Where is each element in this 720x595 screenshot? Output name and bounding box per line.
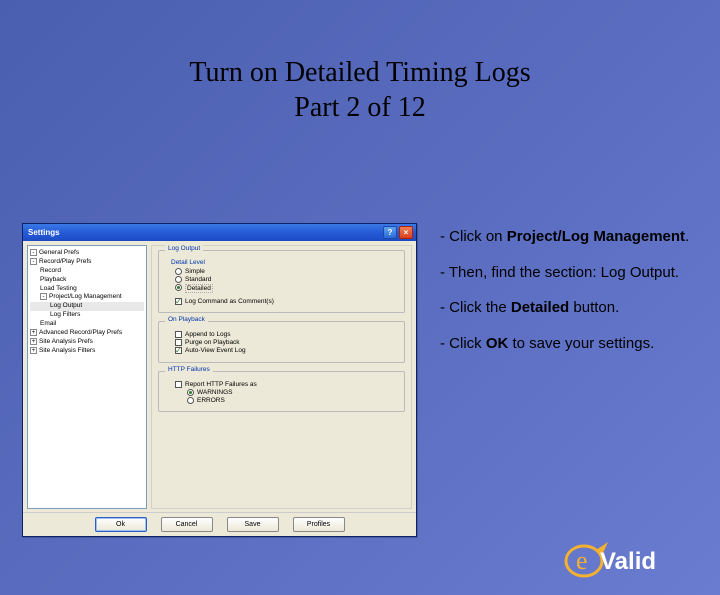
instruction-4: - Click OK to save your settings. — [440, 334, 695, 354]
tree-item-project-log: -Project/Log Management — [30, 293, 144, 302]
check-log-comment[interactable]: Log Command as Comment(s) — [175, 298, 396, 305]
instruction-3: - Click the Detailed button. — [440, 298, 695, 318]
radio-errors[interactable]: ERRORS — [187, 397, 396, 404]
title-line-2: Part 2 of 12 — [294, 92, 425, 123]
save-button[interactable]: Save — [227, 517, 279, 532]
cancel-button[interactable]: Cancel — [161, 517, 213, 532]
group-http-failures: HTTP Failures Report HTTP Failures as WA… — [158, 371, 405, 413]
group-log-output: Log Output Detail Level Simple Standard … — [158, 250, 405, 313]
svg-text:Valid: Valid — [600, 548, 656, 575]
slide-title: Turn on Detailed Timing Logs Part 2 of 1… — [0, 55, 720, 125]
tree-item-record-play: -Record/Play Prefs — [30, 258, 144, 267]
instruction-2: - Then, find the section: Log Output. — [440, 263, 695, 283]
profiles-button[interactable]: Profiles — [293, 517, 345, 532]
tree-item-log-output: Log Output — [30, 302, 144, 311]
help-icon[interactable]: ? — [383, 226, 397, 239]
window-title: Settings — [28, 228, 60, 237]
check-purge-playback[interactable]: Purge on Playback — [175, 339, 396, 346]
dialog-buttons: Ok Cancel Save Profiles — [23, 512, 416, 536]
title-line-1: Turn on Detailed Timing Logs — [189, 57, 530, 88]
instructions: - Click on Project/Log Management. - The… — [440, 227, 695, 369]
detail-level-label: Detail Level — [171, 259, 396, 266]
window-body: -General Prefs -Record/Play Prefs Record… — [23, 241, 416, 513]
radio-warnings[interactable]: WARNINGS — [187, 389, 396, 396]
radio-simple[interactable]: Simple — [175, 268, 396, 275]
tree-item-load-testing: Load Testing — [30, 285, 144, 294]
instruction-1: - Click on Project/Log Management. — [440, 227, 695, 247]
check-report-http[interactable]: Report HTTP Failures as — [175, 381, 396, 388]
tree-item-email: Email — [30, 320, 144, 329]
tree-item-record: Record — [30, 267, 144, 276]
settings-window: Settings ? × -General Prefs -Record/Play… — [22, 223, 417, 537]
ok-button[interactable]: Ok — [95, 517, 147, 532]
tree-item-general: -General Prefs — [30, 249, 144, 258]
radio-detailed[interactable]: Detailed — [175, 284, 396, 291]
tree-item-advanced: +Advanced Record/Play Prefs — [30, 329, 144, 338]
group-label-log-output: Log Output — [165, 245, 203, 252]
titlebar[interactable]: Settings ? × — [23, 224, 416, 241]
check-append-logs[interactable]: Append to Logs — [175, 331, 396, 338]
settings-panel: Log Output Detail Level Simple Standard … — [151, 245, 412, 509]
tree-item-site-analysis: +Site Analysis Prefs — [30, 338, 144, 347]
group-label-playback: On Playback — [165, 316, 208, 323]
svg-text:e: e — [576, 546, 588, 575]
radio-standard[interactable]: Standard — [175, 276, 396, 283]
close-icon[interactable]: × — [399, 226, 413, 239]
group-label-http: HTTP Failures — [165, 366, 213, 373]
check-auto-view[interactable]: Auto-View Event Log — [175, 347, 396, 354]
tree-item-log-filters: Log Filters — [30, 311, 144, 320]
titlebar-buttons: ? × — [383, 226, 413, 239]
settings-tree[interactable]: -General Prefs -Record/Play Prefs Record… — [27, 245, 147, 509]
evalid-logo: e Valid — [562, 535, 692, 581]
group-on-playback: On Playback Append to Logs Purge on Play… — [158, 321, 405, 363]
tree-item-site-filters: +Site Analysis Filters — [30, 347, 144, 356]
tree-item-playback: Playback — [30, 276, 144, 285]
